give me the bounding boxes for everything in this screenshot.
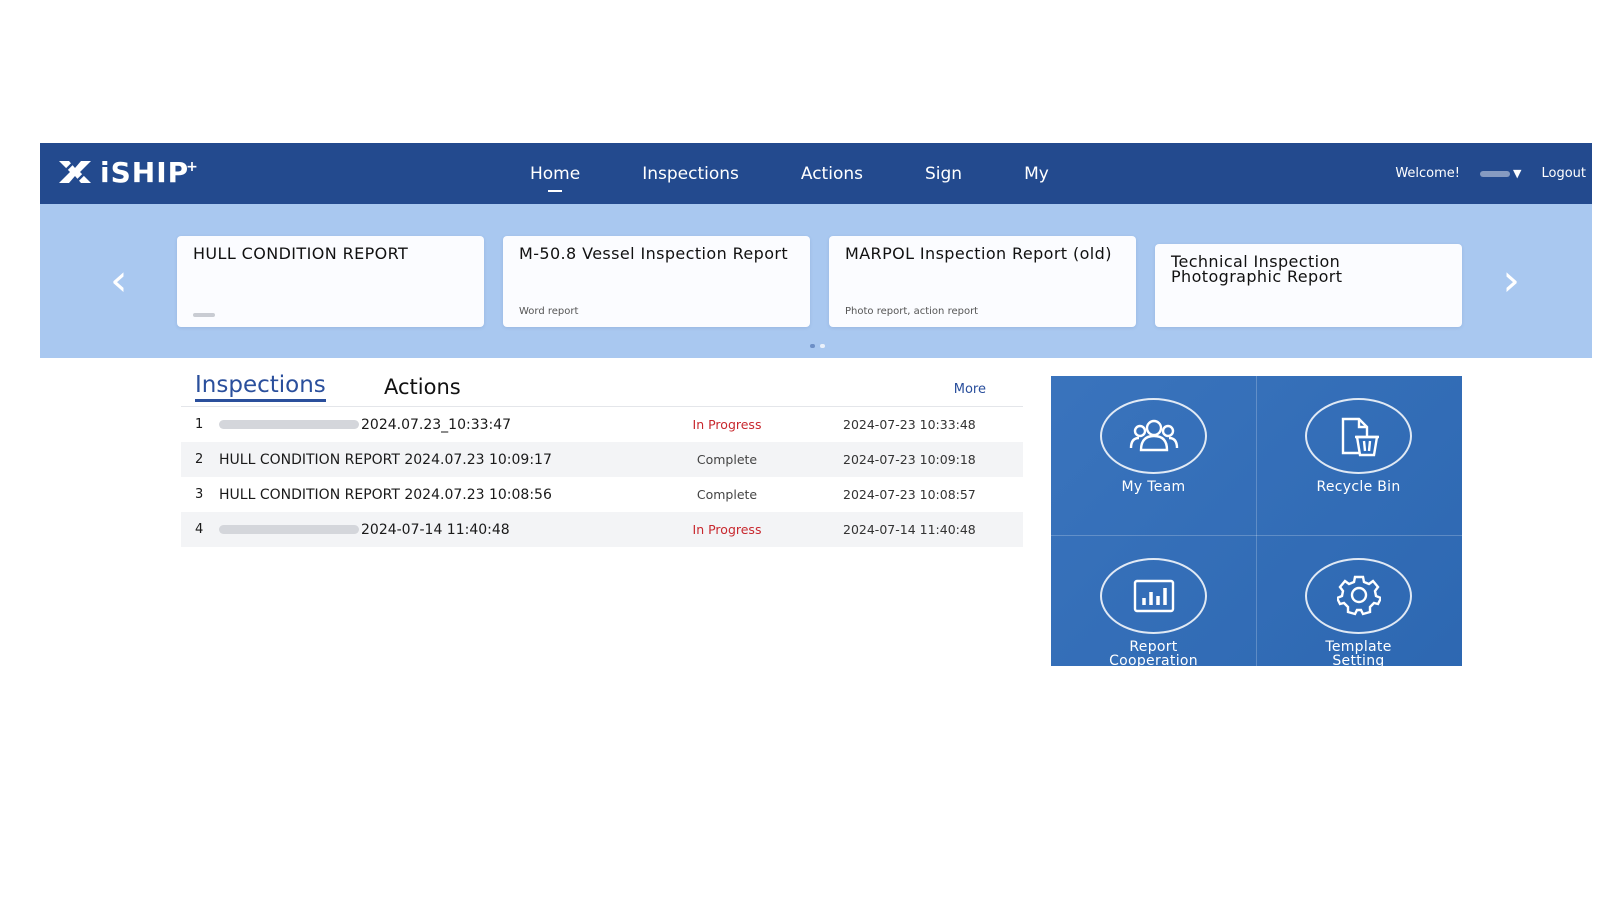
main-nav: Home Inspections Actions Sign My [530,143,1111,204]
template-card-title: HULL CONDITION REPORT [193,244,409,263]
name-redacted [219,420,359,429]
tool-icon-ring [1305,398,1412,474]
carousel-dot[interactable] [820,344,825,348]
template-card[interactable]: MARPOL Inspection Report (old) Photo rep… [829,236,1136,327]
tool-icon-ring [1100,398,1207,474]
panel-tabs: Inspections Actions More [181,372,1023,407]
tool-icon-ring [1305,558,1412,634]
nav-inspections[interactable]: Inspections [642,160,739,188]
inspections-panel: Inspections Actions More 1 2024.07.23_10… [181,372,1023,547]
template-card[interactable]: M-50.8 Vessel Inspection Report Word rep… [503,236,810,327]
inspection-time: 2024-07-14 11:40:48 [843,522,976,537]
inspection-name: 2024.07.23_10:33:47 [219,417,511,433]
table-row[interactable]: 3 HULL CONDITION REPORT 2024.07.23 10:08… [181,477,1023,512]
user-dropdown[interactable]: ▼ [1480,167,1521,180]
inspection-time: 2024-07-23 10:08:57 [843,487,976,502]
username-redacted [1480,170,1511,177]
table-row[interactable]: 1 2024.07.23_10:33:47 In Progress 2024-0… [181,407,1023,442]
name-redacted [219,525,359,534]
template-card-title: M-50.8 Vessel Inspection Report [519,244,789,263]
tool-label: Report Cooperation [1109,639,1198,666]
inspection-name: HULL CONDITION REPORT 2024.07.23 10:08:5… [219,486,552,503]
caret-down-icon: ▼ [1513,167,1522,180]
tool-label: Template Setting [1325,639,1392,666]
recycle-bin-icon [1341,417,1379,457]
status-badge: In Progress [692,417,762,432]
table-row[interactable]: 4 2024-07-14 11:40:48 In Progress 2024-0… [181,512,1023,547]
chevron-right-icon[interactable]: › [1502,259,1520,303]
template-card[interactable]: HULL CONDITION REPORT [177,236,484,327]
status-badge: Complete [696,487,758,502]
template-card-subtitle [193,313,215,317]
bar-chart-icon [1133,579,1174,613]
report-cooperation-button[interactable]: Report Cooperation [1051,558,1256,666]
tool-label: My Team [1121,479,1186,495]
my-team-button[interactable]: My Team [1051,398,1256,494]
template-card-title: MARPOL Inspection Report (old) [845,244,1112,263]
inspection-time: 2024-07-23 10:09:18 [843,452,976,467]
team-icon [1129,419,1178,452]
logout-link[interactable]: Logout [1541,166,1586,181]
tool-label: Recycle Bin [1316,479,1401,495]
carousel-dot[interactable] [810,344,815,348]
subtitle-redacted [193,313,215,317]
tab-inspections[interactable]: Inspections [195,372,326,402]
header-user-area: Welcome! ▼ Logout [1395,143,1586,204]
inspection-time: 2024-07-23 10:33:48 [843,417,976,432]
template-card-title: Technical Inspection Photographic Report [1171,252,1343,286]
template-card-subtitle: Word report [519,306,579,317]
brand-logo[interactable]: iSHIP+ [56,155,199,189]
template-setting-button[interactable]: Template Setting [1256,558,1461,666]
gear-icon [1336,575,1381,616]
brand-name: iSHIP+ [100,155,199,189]
quick-tools-grid: My Team Recycle Bin Report Cooperation T… [1051,376,1462,666]
nav-sign[interactable]: Sign [925,160,962,188]
tool-icon-ring [1100,558,1207,634]
chevron-left-icon[interactable]: ‹ [110,259,128,303]
nav-home[interactable]: Home [530,160,580,192]
table-row[interactable]: 2 HULL CONDITION REPORT 2024.07.23 10:09… [181,442,1023,477]
grid-divider [1051,535,1462,536]
row-index: 2 [195,452,204,467]
status-badge: Complete [696,452,758,467]
more-link[interactable]: More [954,382,986,397]
welcome-text: Welcome! [1395,166,1461,181]
row-index: 3 [195,487,204,502]
iship-logo-icon [59,160,91,184]
row-index: 1 [195,417,204,432]
inspection-name: 2024-07-14 11:40:48 [219,522,510,538]
template-card[interactable]: Technical Inspection Photographic Report [1155,244,1462,327]
top-navigation-bar: iSHIP+ Home Inspections Actions Sign My … [40,143,1592,204]
nav-actions[interactable]: Actions [801,160,863,188]
status-badge: In Progress [692,522,762,537]
recycle-bin-button[interactable]: Recycle Bin [1256,398,1461,494]
row-index: 4 [195,522,204,537]
template-card-subtitle: Photo report, action report [845,306,979,317]
template-carousel: ‹ HULL CONDITION REPORT M-50.8 Vessel In… [40,204,1592,358]
tab-actions[interactable]: Actions [384,375,461,399]
nav-my[interactable]: My [1024,160,1049,188]
carousel-pagination [810,344,825,348]
inspection-name: HULL CONDITION REPORT 2024.07.23 10:09:1… [219,451,552,468]
